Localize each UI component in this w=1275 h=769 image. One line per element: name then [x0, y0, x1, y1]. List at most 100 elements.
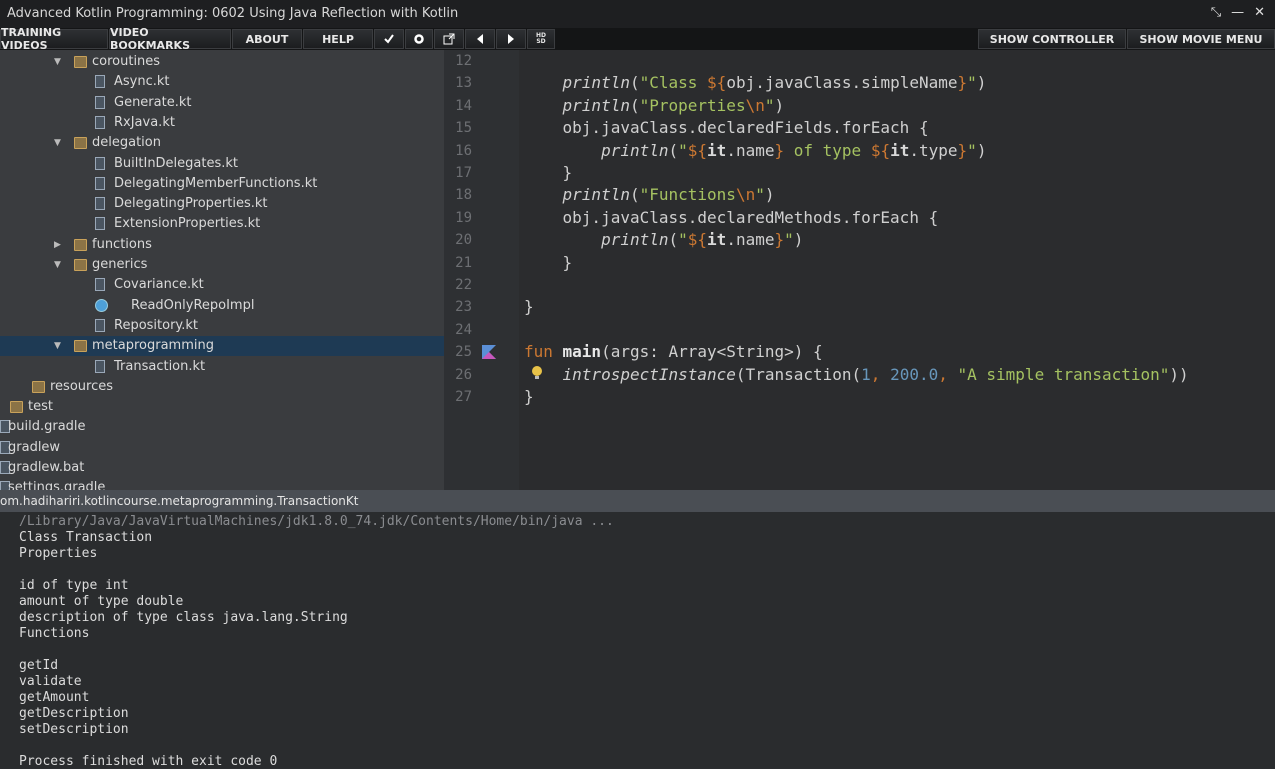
tree-item[interactable]: gradlew.bat	[0, 458, 444, 478]
tree-item-label: metaprogramming	[92, 338, 214, 354]
tree-item-label: resources	[50, 378, 114, 394]
previous-icon	[477, 34, 483, 44]
settings-button[interactable]	[405, 29, 433, 49]
show-movie-menu-button[interactable]: SHOW MOVIE MENU	[1127, 29, 1275, 49]
tree-item-label: generics	[92, 257, 148, 272]
tree-item[interactable]: Repository.kt	[0, 316, 444, 336]
tree-item-label: RxJava.kt	[114, 114, 175, 130]
class-icon	[95, 298, 108, 312]
console-line: getAmount	[19, 690, 90, 705]
tree-item-label: DelegatingProperties.kt	[114, 196, 268, 212]
tree-item[interactable]: Async.kt	[0, 72, 444, 92]
tree-item-label: ExtensionProperties.kt	[114, 216, 261, 232]
console-line: description of type class java.lang.Stri…	[19, 610, 348, 625]
tree-item-label: Transaction.kt	[114, 358, 206, 374]
training-videos-button[interactable]: TRAINING VIDEOS	[0, 26, 108, 52]
line-number: 19	[455, 209, 472, 226]
hd-sd-toggle[interactable]: HD SD	[527, 29, 555, 49]
tree-item-label: gradlew.bat	[8, 460, 85, 475]
line-number: 23	[455, 299, 472, 316]
tree-item[interactable]: DelegatingProperties.kt	[0, 194, 444, 214]
line-number: 17	[455, 165, 472, 181]
project-tree: ▼ coroutines Async.kt Generate.kt RxJava.kt ▼…	[0, 50, 444, 490]
restore-icon[interactable]: ⤡	[1211, 5, 1221, 20]
code-line: }	[524, 163, 573, 182]
tree-item[interactable]: ▶ functions	[0, 235, 444, 255]
file-icon	[95, 176, 105, 190]
line-number: 22	[455, 277, 472, 293]
file-icon	[95, 156, 105, 170]
line-number: 25	[455, 344, 472, 361]
run-console[interactable]: /Library/Java/JavaVirtualMachines/jdk1.8…	[0, 512, 1275, 769]
console-line: /Library/Java/JavaVirtualMachines/jdk1.8…	[19, 514, 614, 529]
tree-item[interactable]: Generate.kt	[0, 93, 444, 113]
expand-icon	[443, 33, 455, 45]
video-bookmarks-button[interactable]: VIDEO BOOKMARKS	[109, 26, 231, 52]
file-icon	[95, 95, 105, 109]
line-number: 18	[455, 187, 472, 204]
code-line: }	[524, 297, 534, 317]
tree-item[interactable]: ExtensionProperties.kt	[0, 214, 444, 234]
line-number: 14	[455, 97, 472, 114]
folder-icon	[32, 380, 45, 393]
line-number: 16	[455, 142, 472, 159]
tree-item[interactable]: ▼ metaprogramming	[0, 336, 444, 357]
tree-item[interactable]: ▼ generics	[0, 255, 444, 275]
line-number: 15	[455, 120, 472, 137]
gear-icon	[414, 34, 424, 44]
console-line: amount of type double	[19, 594, 184, 609]
line-number: 20	[455, 232, 472, 249]
code-editor[interactable]: 12 13 14 15 16 17 18 19 20 21 22 23 24 25 26 27 println…	[444, 50, 1275, 490]
tree-item[interactable]: RxJava.kt	[0, 113, 444, 133]
check-icon	[384, 34, 394, 44]
code-line: }	[524, 387, 534, 406]
console-line: setDescription	[19, 722, 129, 737]
run-config-label: om.hadihariri.kotlincourse.metaprogrammi…	[0, 494, 359, 508]
next-button[interactable]	[496, 29, 526, 49]
tree-item-label: Repository.kt	[114, 317, 199, 333]
code-line: fun main(args: Array<String>) {	[524, 342, 823, 362]
tree-item[interactable]: resources	[0, 377, 444, 397]
about-button[interactable]: ABOUT	[232, 29, 302, 49]
previous-button[interactable]	[465, 29, 495, 49]
tree-item[interactable]: Transaction.kt	[0, 357, 444, 377]
help-button[interactable]: HELP	[303, 29, 373, 49]
collapse-arrow-icon[interactable]: ▼	[54, 255, 64, 275]
collapse-arrow-icon[interactable]: ▼	[54, 336, 64, 356]
tree-item[interactable]: ▼ coroutines	[0, 52, 444, 72]
tree-item[interactable]: test	[0, 397, 444, 417]
expand-arrow-icon[interactable]: ▶	[54, 235, 64, 255]
tree-item[interactable]: Covariance.kt	[0, 275, 444, 295]
tree-item[interactable]: DelegatingMemberFunctions.kt	[0, 174, 444, 194]
folder-icon	[74, 259, 87, 271]
file-icon	[95, 278, 105, 292]
tree-item[interactable]: build.gradle	[0, 417, 444, 437]
collapse-arrow-icon[interactable]: ▼	[54, 52, 64, 72]
kotlin-run-icon[interactable]	[482, 345, 496, 359]
tree-item[interactable]: ▼ delegation	[0, 133, 444, 153]
console-line: Properties	[19, 546, 98, 561]
code-line: println("Properties\n")	[562, 95, 785, 115]
line-number: 13	[455, 75, 472, 92]
fullscreen-button[interactable]	[434, 29, 464, 49]
tree-item[interactable]: ReadOnlyRepoImpl	[0, 296, 444, 316]
file-icon	[95, 197, 105, 211]
checkmark-button[interactable]	[374, 29, 404, 49]
file-icon	[95, 359, 105, 373]
tree-item-label: functions	[92, 236, 152, 252]
tree-item-label: build.gradle	[8, 419, 86, 435]
file-icon	[95, 75, 105, 89]
close-icon[interactable]: ✕	[1254, 5, 1265, 20]
next-icon	[508, 34, 514, 44]
code-line: println("Functions\n")	[562, 185, 775, 205]
file-icon	[95, 115, 105, 129]
tree-item[interactable]: settings.gradle	[0, 478, 444, 490]
code-line: println("${it.name} of type ${it.type}")	[601, 140, 987, 160]
minimize-icon[interactable]: —	[1231, 5, 1244, 20]
console-line: Functions	[19, 626, 90, 641]
show-controller-button[interactable]: SHOW CONTROLLER	[978, 29, 1126, 49]
tree-item[interactable]: gradlew	[0, 438, 444, 458]
collapse-arrow-icon[interactable]: ▼	[54, 133, 64, 153]
console-line: getId	[19, 658, 59, 673]
tree-item[interactable]: BuiltInDelegates.kt	[0, 154, 444, 174]
